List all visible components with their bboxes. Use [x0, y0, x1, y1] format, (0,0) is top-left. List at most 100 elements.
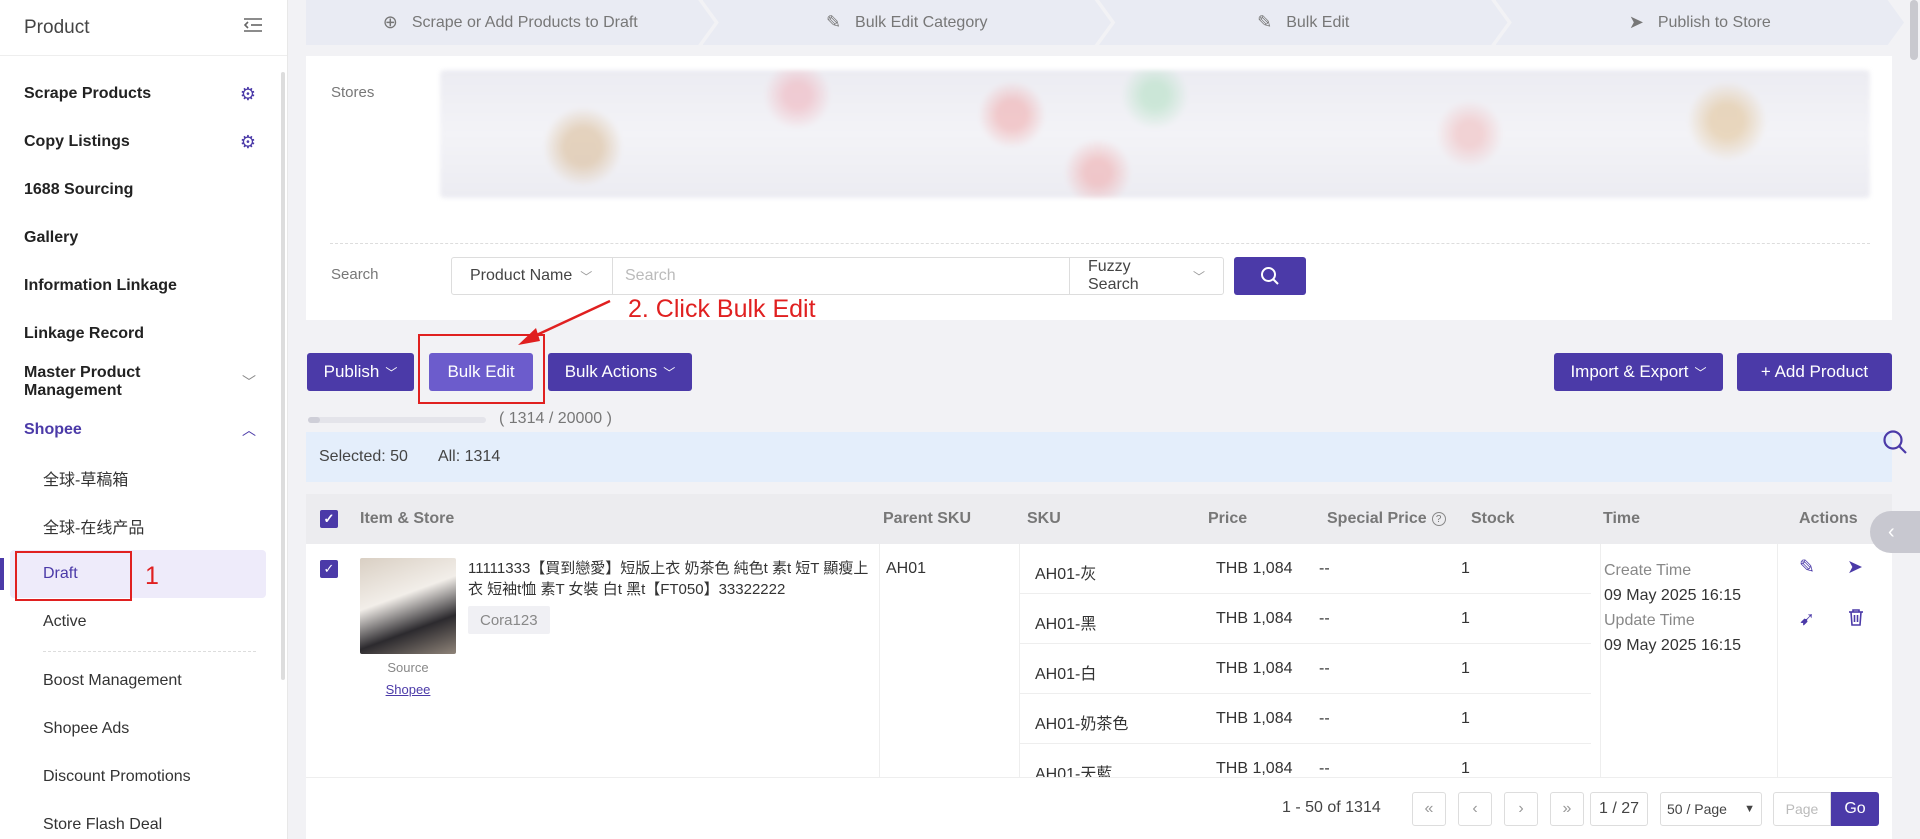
- variant-price: THB 1,084: [1216, 560, 1293, 577]
- sidebar-item-1688-sourcing[interactable]: 1688 Sourcing: [0, 166, 280, 214]
- search-input[interactable]: [613, 257, 1069, 295]
- step-scrape-add[interactable]: ⊕ Scrape or Add Products to Draft: [306, 0, 715, 45]
- row-checkbox[interactable]: ✓: [320, 560, 338, 578]
- next-page-button[interactable]: ›: [1504, 792, 1538, 826]
- sidebar-item-information-linkage[interactable]: Information Linkage: [0, 262, 280, 310]
- sidebar-sub-boost-management[interactable]: Boost Management: [0, 657, 280, 705]
- step-bulk-edit[interactable]: ✎ Bulk Edit: [1099, 0, 1508, 45]
- chevron-right-icon: ›: [1518, 800, 1524, 817]
- schedule-publish-icon[interactable]: ➹: [1799, 608, 1815, 631]
- variant-stock: 1: [1461, 760, 1470, 777]
- search-label: Search: [331, 266, 379, 283]
- sidebar-item-label: Copy Listings: [24, 133, 130, 150]
- edit-icon[interactable]: ✎: [1799, 556, 1815, 579]
- sidebar-sub-shopee-ads[interactable]: Shopee Ads: [0, 705, 280, 753]
- variant-sku: AH01-奶茶色: [1035, 716, 1129, 733]
- workflow-steps: ⊕ Scrape or Add Products to Draft ✎ Bulk…: [306, 0, 1904, 45]
- sidebar-item-label: Linkage Record: [24, 325, 145, 342]
- sidebar-sub-global-drafts[interactable]: 全球-草稿箱: [0, 454, 280, 502]
- sidebar-item-label: Master Product Management: [24, 364, 141, 399]
- step-bulk-edit-category[interactable]: ✎ Bulk Edit Category: [702, 0, 1111, 45]
- page-scrollbar[interactable]: [1910, 0, 1918, 60]
- chevron-left-icon: ‹: [1888, 520, 1895, 543]
- variant-sku: AH01-黑: [1035, 616, 1097, 633]
- help-icon[interactable]: ?: [1431, 512, 1446, 526]
- search-mode-value: Fuzzy Search: [1088, 258, 1139, 293]
- update-time-label: Update Time: [1604, 612, 1695, 629]
- stores-label: Stores: [331, 84, 375, 101]
- gear-icon[interactable]: ⚙: [240, 132, 256, 153]
- step-label: Bulk Edit Category: [855, 13, 988, 31]
- product-table: ✓ Item & Store Parent SKU SKU Price Spec…: [306, 494, 1892, 777]
- sidebar-sub-active[interactable]: Active: [0, 598, 280, 646]
- chevron-down-icon: ﹀: [1694, 365, 1707, 380]
- sidebar-divider: [43, 651, 256, 652]
- sidebar-sub-global-online[interactable]: 全球-在线产品: [0, 502, 280, 550]
- first-page-button[interactable]: «: [1412, 792, 1446, 826]
- sidebar-item-linkage-record[interactable]: Linkage Record: [0, 310, 280, 358]
- variant-special-price: --: [1319, 660, 1330, 677]
- product-title[interactable]: 11111333【買到戀愛】短版上衣 奶茶色 純色t 素t 短T 顯瘦上衣 短袖…: [468, 558, 878, 600]
- import-export-button[interactable]: Import & Export ﹀: [1554, 353, 1723, 391]
- sidebar-sub-store-flash-deal[interactable]: Store Flash Deal: [0, 801, 280, 839]
- bulk-actions-button[interactable]: Bulk Actions ﹀: [548, 353, 692, 391]
- go-button[interactable]: Go: [1831, 792, 1879, 826]
- sidebar-item-label: Information Linkage: [24, 277, 177, 294]
- create-time-label: Create Time: [1604, 562, 1692, 579]
- annotation-step-2: 2. Click Bulk Edit: [628, 295, 816, 323]
- source-link[interactable]: Shopee: [360, 682, 456, 697]
- last-page-button[interactable]: »: [1550, 792, 1584, 826]
- product-image[interactable]: [360, 558, 456, 654]
- step-label: Publish to Store: [1657, 13, 1771, 31]
- selection-bar: Selected: 50 All: 1314: [306, 432, 1892, 482]
- chevron-down-icon: ﹀: [385, 365, 398, 380]
- pagination: 1 - 50 of 1314 « ‹ › » 1 / 27 50 / Page …: [306, 777, 1892, 839]
- sidebar-sub-discount-promotions[interactable]: Discount Promotions: [0, 753, 280, 801]
- add-product-button[interactable]: + Add Product: [1737, 353, 1892, 391]
- publish-button[interactable]: Publish ﹀: [307, 353, 414, 391]
- search-mode-select[interactable]: Fuzzy Search ﹀: [1069, 257, 1224, 295]
- source-label: Source: [387, 660, 429, 675]
- collapse-panel-tab[interactable]: ‹: [1870, 511, 1920, 553]
- sidebar-item-copy-listings[interactable]: Copy Listings ⚙: [0, 118, 280, 166]
- gear-icon[interactable]: ⚙: [240, 84, 256, 105]
- header-sku: SKU: [1027, 510, 1061, 527]
- plus-circle-icon: ⊕: [382, 12, 398, 32]
- header-special-price: Special Price ?: [1327, 494, 1446, 544]
- collapse-menu-icon[interactable]: [243, 16, 263, 39]
- variant-stock: 1: [1461, 610, 1470, 627]
- header-special-price-label: Special Price: [1327, 510, 1427, 527]
- variant-price: THB 1,084: [1216, 710, 1293, 727]
- chevron-up-icon: ︿: [242, 422, 256, 438]
- page-jump-input[interactable]: [1773, 792, 1831, 826]
- header-item-store: Item & Store: [360, 510, 455, 527]
- sidebar-item-shopee[interactable]: Shopee ︿: [0, 406, 280, 454]
- variant-stock: 1: [1461, 560, 1470, 577]
- sidebar: Product Scrape Products ⚙ Copy Listings …: [0, 0, 288, 839]
- publish-icon[interactable]: ➤: [1847, 556, 1863, 579]
- step-label: Scrape or Add Products to Draft: [411, 13, 638, 31]
- variant-special-price: --: [1319, 560, 1330, 577]
- prev-page-button[interactable]: ‹: [1458, 792, 1492, 826]
- annotation-box-bulk-edit: [418, 334, 545, 404]
- sidebar-item-gallery[interactable]: Gallery: [0, 214, 280, 262]
- variant-sku: AH01-白: [1035, 666, 1097, 683]
- column-divider: [879, 544, 880, 777]
- delete-icon[interactable]: [1848, 608, 1864, 632]
- sidebar-scrollbar[interactable]: [281, 72, 285, 680]
- search-field-select[interactable]: Product Name ﹀: [451, 257, 613, 295]
- sidebar-item-scrape-products[interactable]: Scrape Products ⚙: [0, 70, 280, 118]
- sidebar-item-label: Scrape Products: [24, 85, 152, 102]
- select-all-checkbox[interactable]: ✓: [320, 494, 338, 544]
- double-chevron-left-icon: «: [1424, 800, 1434, 817]
- current-page: 1 / 27: [1590, 792, 1648, 826]
- search-button[interactable]: [1234, 257, 1306, 295]
- variant-row: AH01-白 THB 1,084 -- 1: [1019, 644, 1591, 694]
- floating-search-icon[interactable]: [1882, 429, 1908, 462]
- sidebar-item-master-product-management[interactable]: Master Product Management ﹀: [0, 358, 280, 406]
- search-icon: [1261, 267, 1279, 285]
- publish-label: Publish: [323, 362, 380, 381]
- variant-special-price: --: [1319, 710, 1330, 727]
- step-publish-to-store[interactable]: ➤ Publish to Store: [1495, 0, 1904, 45]
- page-size-select[interactable]: 50 / Page ▼: [1660, 792, 1762, 826]
